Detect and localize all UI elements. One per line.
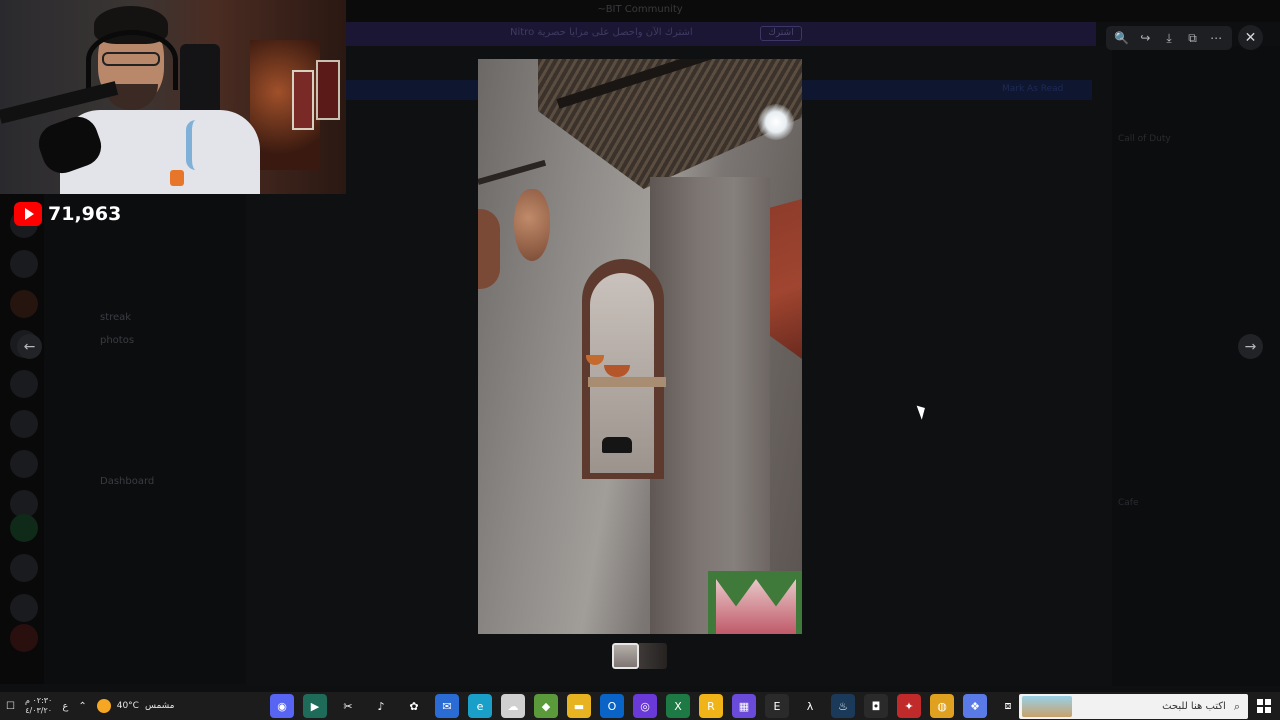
controller-app-icon[interactable]: ◘ [864, 694, 888, 718]
discord-app-icon[interactable]: ◉ [270, 694, 294, 718]
steam-app-icon[interactable]: ♨ [831, 694, 855, 718]
webcam-poster [292, 70, 314, 130]
subscriber-count: 71,963 [48, 203, 122, 225]
rockstar-app-icon[interactable]: R [699, 694, 723, 718]
photo-shelf [588, 377, 666, 387]
nitro-banner-button: اشترك [760, 26, 802, 41]
photo-ceiling-light [758, 104, 794, 140]
task-view-icon[interactable]: ⧈ [996, 694, 1020, 718]
clock[interactable]: ٠٢:٣٠ م ٤/٠٣/٢٠ [25, 696, 52, 716]
photo-antique-iron [602, 437, 632, 453]
photo-clay-jug [514, 189, 550, 261]
close-viewer-button[interactable]: ✕ [1238, 25, 1263, 50]
webcam-poster [316, 60, 340, 120]
weather-label: مشمس [144, 701, 175, 711]
server-icon [10, 594, 38, 622]
weather-widget[interactable]: 40°C مشمس [96, 699, 175, 713]
server-icon [10, 624, 38, 652]
forward-icon[interactable]: ↪ [1137, 30, 1153, 46]
previous-image-button[interactable]: ← [17, 334, 42, 359]
nitro-banner [346, 22, 1096, 46]
webcam-overlay [0, 0, 346, 194]
epic-app-icon[interactable]: E [765, 694, 789, 718]
server-icon [10, 450, 38, 478]
server-icon [10, 514, 38, 542]
image-thumbnail-selected[interactable] [612, 643, 639, 669]
server-icon [10, 554, 38, 582]
member-item: Call of Duty [1118, 134, 1171, 144]
clock-date: ٤/٠٣/٢٠ [25, 706, 53, 715]
tiktok-app-icon[interactable]: ♪ [369, 694, 393, 718]
open-external-icon[interactable]: ⧉ [1185, 30, 1201, 46]
obs-app-icon[interactable]: ◎ [633, 694, 657, 718]
channel-streak: streak [100, 312, 132, 323]
mail-app-icon[interactable]: ✉ [435, 694, 459, 718]
channel-list: Dashboard streak photos [44, 194, 246, 684]
openai-app-icon[interactable]: ✿ [402, 694, 426, 718]
image-thumbnail-strip [612, 643, 667, 669]
grid-app-icon[interactable]: ▦ [732, 694, 756, 718]
channel-dashboard: Dashboard [100, 476, 155, 487]
server-rail [0, 194, 44, 684]
download-icon[interactable]: ⤓ [1161, 30, 1177, 46]
viewer-image[interactable] [478, 59, 802, 634]
sun-icon [96, 699, 111, 713]
server-icon [10, 290, 38, 318]
photo-wall-decoration [478, 209, 500, 289]
search-highlight-image [1022, 696, 1072, 717]
notification-icon[interactable]: ☐ [6, 701, 15, 712]
youtube-subscriber-counter: 71,963 [14, 201, 121, 227]
zoom-icon[interactable]: 🔍 [1114, 30, 1130, 46]
search-icon: ⌕ [1233, 699, 1240, 713]
server-icon [10, 250, 38, 278]
webcam-shirt-pattern [186, 120, 210, 170]
taskbar-apps: ◉ ▶ ✂ ♪ ✿ ✉ e ☁ ◆ ▬ O ◎ X R ▦ Eλ ♨ ◘ ✦ ◍ ❖ ⧈ [270, 692, 1020, 720]
server-icon [10, 370, 38, 398]
next-image-button[interactable]: → [1238, 334, 1263, 359]
webcam-headphones [86, 30, 178, 90]
terminal-app-icon[interactable]: ▶ [303, 694, 327, 718]
youtube-logo-icon [14, 202, 42, 226]
member-item: Cafe [1118, 498, 1139, 508]
lambda-app-icon[interactable]: λ [798, 694, 822, 718]
mark-as-read-button: Mark As Read [1002, 84, 1064, 94]
search-placeholder: اكتب هنا للبحث [1162, 701, 1226, 712]
chevron-up-icon[interactable]: ⌃ [78, 701, 86, 712]
minecraft-app-icon[interactable]: ◆ [534, 694, 558, 718]
more-icon[interactable]: ⋯ [1208, 30, 1224, 46]
member-list: Call of Duty Cafe [1112, 46, 1280, 686]
window-title: ~BIT Community [597, 4, 683, 15]
edge-app-icon[interactable]: e [468, 694, 492, 718]
nitro-banner-text: Nitro اشترك الآن واحصل على مزايا حصرية [510, 27, 693, 38]
clock-time: ٠٢:٣٠ م [24, 696, 53, 705]
game-app-icon[interactable]: ✦ [897, 694, 921, 718]
windows-start-icon[interactable] [1257, 699, 1271, 713]
chrome-app-icon[interactable]: ◍ [930, 694, 954, 718]
files-app-icon[interactable]: ▬ [567, 694, 591, 718]
outlook-app-icon[interactable]: O [600, 694, 624, 718]
copilot-app-icon[interactable]: ❖ [963, 694, 987, 718]
webcam-shirt-badge [170, 170, 184, 186]
system-tray: ☐ ٠٢:٣٠ م ٤/٠٣/٢٠ ع ⌃ 40°C مشمس [6, 692, 175, 720]
channel-photos: photos [100, 335, 135, 346]
capcut-app-icon[interactable]: ✂ [336, 694, 360, 718]
image-thumbnail[interactable] [639, 643, 667, 669]
weather-temp: 40°C [116, 701, 139, 711]
cloud-app-icon[interactable]: ☁ [501, 694, 525, 718]
photo-pillar [650, 177, 770, 634]
viewer-toolbar: 🔍 ↪ ⤓ ⧉ ⋯ [1106, 26, 1232, 50]
language-indicator[interactable]: ع [62, 701, 68, 712]
excel-app-icon[interactable]: X [666, 694, 690, 718]
server-icon [10, 410, 38, 438]
